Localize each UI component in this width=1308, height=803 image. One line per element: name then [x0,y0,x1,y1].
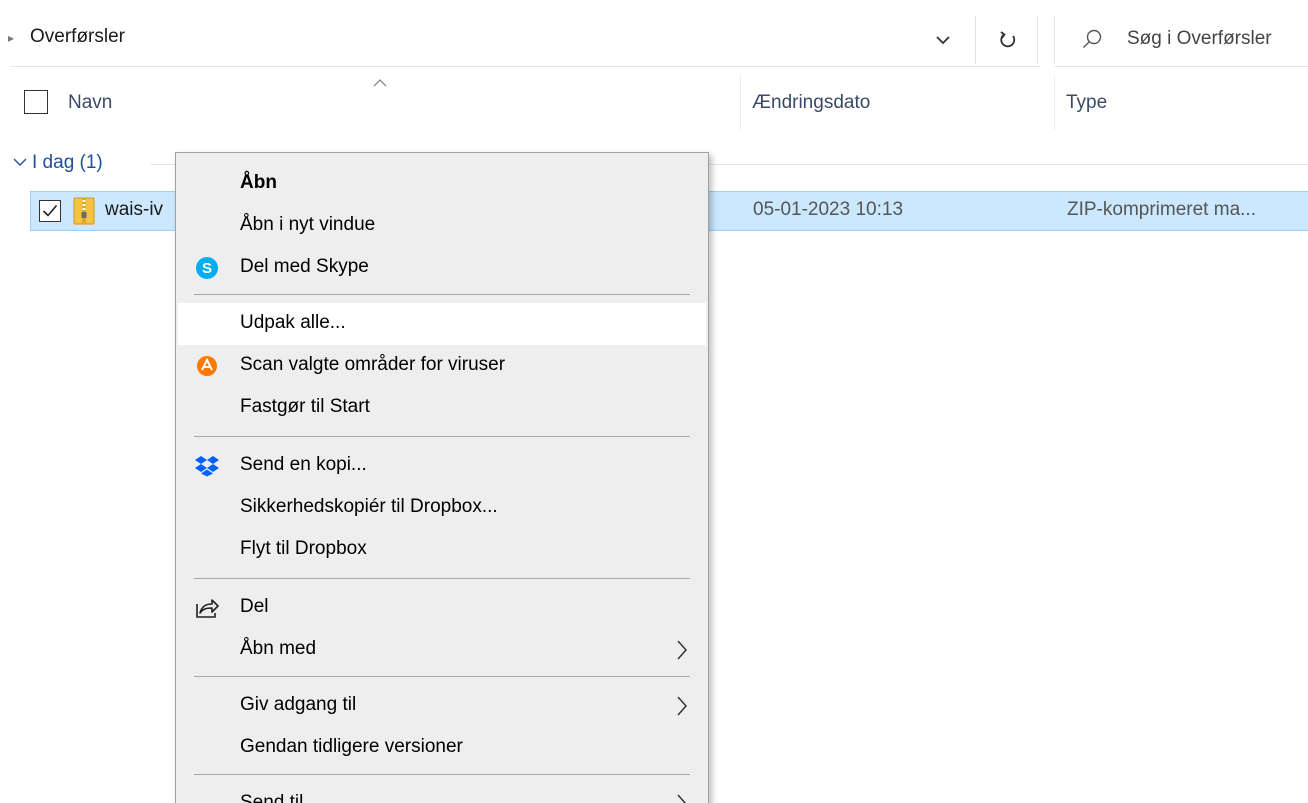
chevron-down-icon [936,36,950,45]
menu-separator [194,578,690,579]
menu-item-label: Gendan tidligere versioner [240,736,463,757]
menu-item-pin-to-start[interactable]: Fastgør til Start [178,387,706,429]
column-header-date[interactable]: Ændringsdato [752,92,870,114]
address-bar[interactable]: ▸ Overførsler [0,16,1040,64]
menu-item-label: Åbn i nyt vindue [240,214,376,235]
chevron-right-icon [677,696,688,716]
address-underline [10,66,1040,67]
menu-item-label: Udpak alle... [240,312,346,333]
menu-item-restore-versions[interactable]: Gendan tidligere versioner [178,727,706,769]
search-box[interactable]: Søg i Overførsler [1054,16,1308,64]
breadcrumb-folder[interactable]: Overførsler [30,26,125,48]
search-underline [1054,66,1308,67]
menu-separator [194,294,690,295]
avast-icon [194,353,220,379]
select-all-checkbox[interactable] [24,90,48,114]
column-divider[interactable] [1054,76,1055,130]
search-icon [1083,29,1102,48]
share-icon [194,595,220,621]
dropbox-icon [194,453,220,479]
menu-item-scan-viruses[interactable]: Scan valgte områder for viruser [178,345,706,387]
menu-item-send-to[interactable]: Send til [178,783,706,803]
menu-item-label: Del med Skype [240,256,369,277]
sort-ascending-icon [373,79,387,87]
address-divider [975,16,976,64]
group-header-today[interactable]: I dag (1) [32,152,103,174]
file-modified-date: 05-01-2023 10:13 [753,199,904,220]
menu-separator [194,676,690,677]
menu-item-open-new-window[interactable]: Åbn i nyt vindue [178,205,706,247]
file-name[interactable]: wais-iv [105,199,163,221]
context-menu: Åbn Åbn i nyt vindue S Del med Skype Udp… [175,152,709,803]
menu-item-label: Åbn med [240,638,317,659]
skype-icon: S [194,255,220,281]
menu-item-backup-dropbox[interactable]: Sikkerhedskopiér til Dropbox... [178,487,706,529]
column-header-name[interactable]: Navn [68,92,112,114]
breadcrumb-chevron-icon[interactable]: ▸ [8,31,18,45]
refresh-button[interactable] [990,24,1026,56]
menu-item-move-dropbox[interactable]: Flyt til Dropbox [178,529,706,571]
menu-item-label: Send til [240,792,304,803]
menu-separator [194,436,690,437]
checkmark-icon [42,204,58,217]
refresh-icon [1000,31,1016,48]
file-explorer: ▸ Overførsler Søg i Overførsler Navn Ænd… [0,0,1308,803]
column-divider[interactable] [740,76,741,130]
menu-item-extract-all[interactable]: Udpak alle... [178,303,706,345]
group-collapse-chevron-icon[interactable] [12,152,28,172]
menu-item-label: Send en kopi... [240,454,367,475]
menu-item-label: Giv adgang til [240,694,357,715]
menu-item-label: Scan valgte områder for viruser [240,354,506,375]
chevron-right-icon [677,794,687,803]
menu-item-open[interactable]: Åbn [178,163,706,205]
file-type: ZIP-komprimeret ma... [1067,199,1256,220]
menu-item-label: Fastgør til Start [240,396,370,417]
menu-item-label: Åbn [240,172,277,193]
recent-locations-dropdown-button[interactable] [925,24,961,56]
chevron-right-icon [677,640,688,660]
address-divider [1037,16,1038,64]
menu-item-label: Flyt til Dropbox [240,538,367,559]
column-header-type[interactable]: Type [1066,92,1107,114]
menu-item-open-with[interactable]: Åbn med [178,629,706,671]
search-input[interactable]: Søg i Overførsler [1127,28,1272,50]
menu-item-share[interactable]: Del [178,587,706,629]
menu-item-label: Del [240,596,269,617]
row-checkbox[interactable] [39,200,61,222]
svg-text:S: S [202,260,212,277]
zip-folder-icon [73,197,95,225]
menu-item-give-access[interactable]: Giv adgang til [178,685,706,727]
menu-separator [194,774,690,775]
menu-item-label: Sikkerhedskopiér til Dropbox... [240,496,498,517]
menu-item-share-skype[interactable]: S Del med Skype [178,247,706,289]
menu-item-send-copy[interactable]: Send en kopi... [178,445,706,487]
